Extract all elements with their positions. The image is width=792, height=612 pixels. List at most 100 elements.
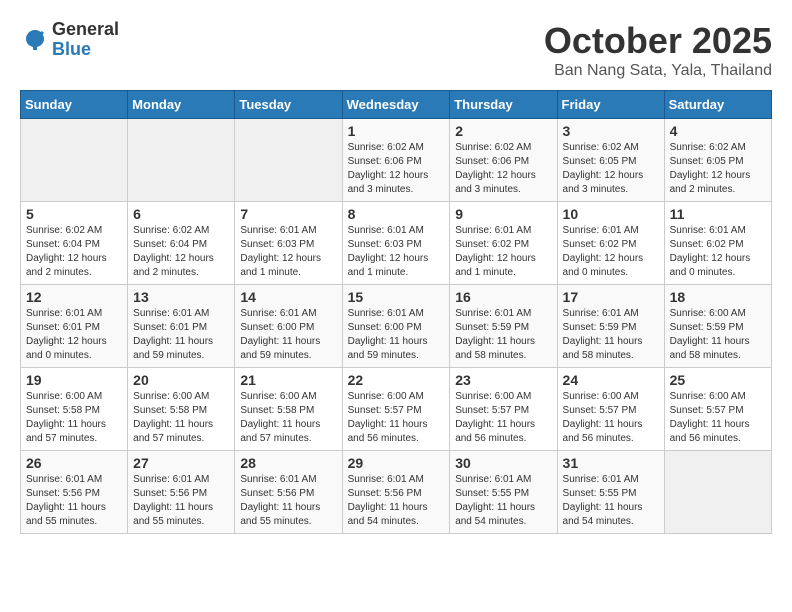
day-info: Sunrise: 6:00 AM Sunset: 5:58 PM Dayligh… <box>26 390 122 446</box>
day-info: Sunrise: 6:01 AM Sunset: 6:01 PM Dayligh… <box>133 307 229 363</box>
header-day-sunday: Sunday <box>21 91 128 119</box>
day-number: 26 <box>26 455 122 471</box>
calendar-table: SundayMondayTuesdayWednesdayThursdayFrid… <box>20 90 772 534</box>
day-number: 6 <box>133 206 229 222</box>
logo-general-text: General <box>52 20 119 40</box>
day-info: Sunrise: 6:01 AM Sunset: 5:56 PM Dayligh… <box>348 473 445 529</box>
header-row: SundayMondayTuesdayWednesdayThursdayFrid… <box>21 91 772 119</box>
day-info: Sunrise: 6:02 AM Sunset: 6:04 PM Dayligh… <box>133 224 229 280</box>
header: General Blue October 2025 Ban Nang Sata,… <box>20 20 772 80</box>
day-info: Sunrise: 6:00 AM Sunset: 5:57 PM Dayligh… <box>455 390 551 446</box>
calendar-cell: 26 Sunrise: 6:01 AM Sunset: 5:56 PM Dayli… <box>21 451 128 534</box>
calendar-cell: 28Sunrise: 6:01 AM Sunset: 5:56 PM Dayli… <box>235 451 342 534</box>
day-info: Sunrise: 6:02 AM Sunset: 6:06 PM Dayligh… <box>455 141 551 197</box>
calendar-cell: 12 Sunrise: 6:01 AM Sunset: 6:01 PM Dayli… <box>21 285 128 368</box>
logo-blue-text: Blue <box>52 40 119 60</box>
day-info: Sunrise: 6:01 AM Sunset: 5:56 PM Dayligh… <box>26 473 122 529</box>
calendar-cell: 8 Sunrise: 6:01 AM Sunset: 6:03 PM Daylig… <box>342 202 450 285</box>
day-info: Sunrise: 6:00 AM Sunset: 5:59 PM Dayligh… <box>670 307 766 363</box>
day-info: Sunrise: 6:01 AM Sunset: 5:55 PM Dayligh… <box>455 473 551 529</box>
day-info: Sunrise: 6:01 AM Sunset: 6:00 PM Dayligh… <box>240 307 336 363</box>
month-title: October 2025 <box>544 20 772 62</box>
calendar-cell: 23 Sunrise: 6:00 AM Sunset: 5:57 PM Dayli… <box>450 368 557 451</box>
calendar-cell: 30 Sunrise: 6:01 AM Sunset: 5:55 PM Dayli… <box>450 451 557 534</box>
calendar-cell: 21 Sunrise: 6:00 AM Sunset: 5:58 PM Dayli… <box>235 368 342 451</box>
day-info: Sunrise: 6:00 AM Sunset: 5:57 PM Dayligh… <box>563 390 659 446</box>
calendar-cell: 10 Sunrise: 6:01 AM Sunset: 6:02 PM Dayli… <box>557 202 664 285</box>
day-info: Sunrise: 6:01 AM Sunset: 5:55 PM Dayligh… <box>563 473 659 529</box>
day-number: 9 <box>455 206 551 222</box>
day-number: 18 <box>670 289 766 305</box>
day-number: 16 <box>455 289 551 305</box>
day-number: 3 <box>563 123 659 139</box>
day-info: Sunrise: 6:01 AM Sunset: 5:59 PM Dayligh… <box>563 307 659 363</box>
day-number: 8 <box>348 206 445 222</box>
day-number: 12 <box>26 289 122 305</box>
calendar-cell: 11Sunrise: 6:01 AM Sunset: 6:02 PM Dayli… <box>664 202 771 285</box>
day-number: 13 <box>133 289 229 305</box>
header-day-friday: Friday <box>557 91 664 119</box>
title-area: October 2025 Ban Nang Sata, Yala, Thaila… <box>544 20 772 80</box>
day-info: Sunrise: 6:01 AM Sunset: 6:02 PM Dayligh… <box>455 224 551 280</box>
calendar-cell: 1 Sunrise: 6:02 AM Sunset: 6:06 PM Daylig… <box>342 119 450 202</box>
day-info: Sunrise: 6:01 AM Sunset: 6:02 PM Dayligh… <box>563 224 659 280</box>
calendar-header: SundayMondayTuesdayWednesdayThursdayFrid… <box>21 91 772 119</box>
calendar-cell: 24 Sunrise: 6:00 AM Sunset: 5:57 PM Dayli… <box>557 368 664 451</box>
day-info: Sunrise: 6:01 AM Sunset: 5:59 PM Dayligh… <box>455 307 551 363</box>
day-number: 27 <box>133 455 229 471</box>
day-info: Sunrise: 6:02 AM Sunset: 6:05 PM Dayligh… <box>563 141 659 197</box>
calendar-cell: 13 Sunrise: 6:01 AM Sunset: 6:01 PM Dayli… <box>128 285 235 368</box>
day-number: 2 <box>455 123 551 139</box>
day-info: Sunrise: 6:02 AM Sunset: 6:04 PM Dayligh… <box>26 224 122 280</box>
day-number: 4 <box>670 123 766 139</box>
week-row-1: 1 Sunrise: 6:02 AM Sunset: 6:06 PM Daylig… <box>21 119 772 202</box>
calendar-cell: 22Sunrise: 6:00 AM Sunset: 5:57 PM Dayli… <box>342 368 450 451</box>
day-info: Sunrise: 6:01 AM Sunset: 6:03 PM Dayligh… <box>348 224 445 280</box>
day-number: 31 <box>563 455 659 471</box>
calendar-cell: 20 Sunrise: 6:00 AM Sunset: 5:58 PM Dayli… <box>128 368 235 451</box>
day-number: 20 <box>133 372 229 388</box>
day-number: 1 <box>348 123 445 139</box>
day-info: Sunrise: 6:01 AM Sunset: 6:02 PM Dayligh… <box>670 224 766 280</box>
week-row-5: 26 Sunrise: 6:01 AM Sunset: 5:56 PM Dayli… <box>21 451 772 534</box>
day-number: 23 <box>455 372 551 388</box>
header-day-monday: Monday <box>128 91 235 119</box>
day-info: Sunrise: 6:00 AM Sunset: 5:58 PM Dayligh… <box>240 390 336 446</box>
week-row-2: 5Sunrise: 6:02 AM Sunset: 6:04 PM Daylig… <box>21 202 772 285</box>
day-number: 17 <box>563 289 659 305</box>
day-number: 24 <box>563 372 659 388</box>
day-info: Sunrise: 6:01 AM Sunset: 6:03 PM Dayligh… <box>240 224 336 280</box>
header-day-tuesday: Tuesday <box>235 91 342 119</box>
day-number: 10 <box>563 206 659 222</box>
calendar-cell: 19 Sunrise: 6:00 AM Sunset: 5:58 PM Dayli… <box>21 368 128 451</box>
calendar-body: 1 Sunrise: 6:02 AM Sunset: 6:06 PM Daylig… <box>21 119 772 534</box>
calendar-cell <box>664 451 771 534</box>
day-number: 19 <box>26 372 122 388</box>
calendar-cell: 2 Sunrise: 6:02 AM Sunset: 6:06 PM Daylig… <box>450 119 557 202</box>
calendar-cell: 27Sunrise: 6:01 AM Sunset: 5:56 PM Dayli… <box>128 451 235 534</box>
calendar-cell: 7 Sunrise: 6:01 AM Sunset: 6:03 PM Daylig… <box>235 202 342 285</box>
day-number: 7 <box>240 206 336 222</box>
week-row-3: 12 Sunrise: 6:01 AM Sunset: 6:01 PM Dayli… <box>21 285 772 368</box>
calendar-cell: 17 Sunrise: 6:01 AM Sunset: 5:59 PM Dayli… <box>557 285 664 368</box>
day-info: Sunrise: 6:02 AM Sunset: 6:06 PM Dayligh… <box>348 141 445 197</box>
calendar-cell: 31 Sunrise: 6:01 AM Sunset: 5:55 PM Dayli… <box>557 451 664 534</box>
day-number: 29 <box>348 455 445 471</box>
day-number: 21 <box>240 372 336 388</box>
calendar-cell: 15Sunrise: 6:01 AM Sunset: 6:00 PM Dayli… <box>342 285 450 368</box>
location-subtitle: Ban Nang Sata, Yala, Thailand <box>544 62 772 80</box>
logo-text: General Blue <box>52 20 119 60</box>
day-number: 30 <box>455 455 551 471</box>
calendar-cell: 25Sunrise: 6:00 AM Sunset: 5:57 PM Dayli… <box>664 368 771 451</box>
day-info: Sunrise: 6:00 AM Sunset: 5:58 PM Dayligh… <box>133 390 229 446</box>
calendar-cell <box>21 119 128 202</box>
calendar-cell: 9 Sunrise: 6:01 AM Sunset: 6:02 PM Daylig… <box>450 202 557 285</box>
calendar-cell: 29 Sunrise: 6:01 AM Sunset: 5:56 PM Dayli… <box>342 451 450 534</box>
day-info: Sunrise: 6:00 AM Sunset: 5:57 PM Dayligh… <box>670 390 766 446</box>
day-number: 22 <box>348 372 445 388</box>
logo-icon <box>20 25 50 55</box>
header-day-wednesday: Wednesday <box>342 91 450 119</box>
header-day-saturday: Saturday <box>664 91 771 119</box>
day-info: Sunrise: 6:02 AM Sunset: 6:05 PM Dayligh… <box>670 141 766 197</box>
day-info: Sunrise: 6:01 AM Sunset: 6:01 PM Dayligh… <box>26 307 122 363</box>
